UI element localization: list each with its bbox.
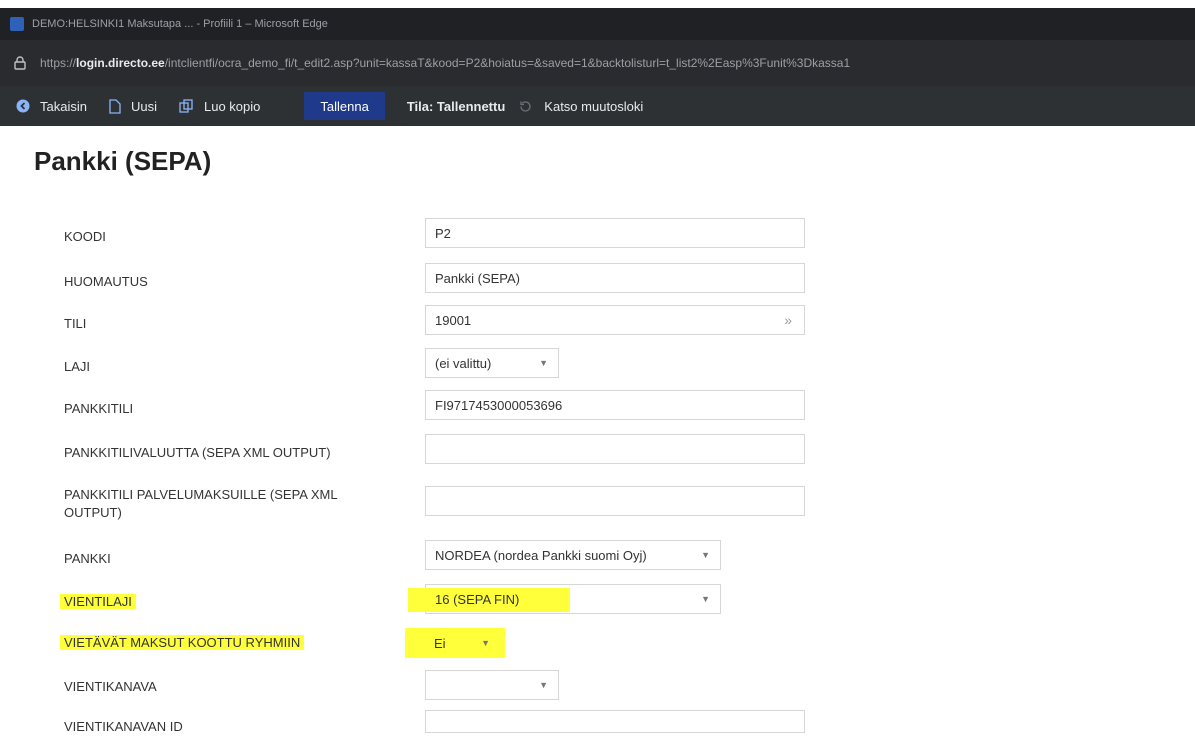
window-title: DEMO:HELSINKI1 Maksutapa ... - Profiili … — [32, 18, 328, 30]
url-prefix: https:// — [40, 56, 77, 70]
label-pankki: PANKKI — [64, 551, 111, 566]
back-label: Takaisin — [40, 98, 87, 114]
label-huomautus: HUOMAUTUS — [64, 274, 148, 289]
huomautus-field[interactable]: Pankki (SEPA) — [425, 263, 805, 293]
address-bar[interactable]: https://login.directo.ee/intclientfi/ocr… — [0, 40, 1195, 86]
vientikanava-select[interactable]: ▼ — [425, 670, 559, 700]
label-koodi: KOODI — [64, 229, 106, 244]
koodi-field[interactable]: P2 — [425, 218, 805, 248]
ryhmiin-select[interactable]: Ei ▼ — [405, 628, 505, 658]
chevron-down-icon: ▼ — [481, 638, 490, 648]
chevron-down-icon: ▼ — [539, 680, 548, 690]
app-icon — [10, 17, 24, 31]
save-button[interactable]: Tallenna — [304, 92, 385, 120]
tili-field[interactable]: 19001 » — [425, 305, 805, 335]
history-icon[interactable] — [519, 100, 532, 113]
window-title-bar: DEMO:HELSINKI1 Maksutapa ... - Profiili … — [0, 8, 1195, 40]
copy-label: Luo kopio — [203, 98, 261, 114]
url-host: login.directo.ee — [76, 56, 165, 70]
status-text: Tila: Tallennettu — [406, 98, 506, 114]
top-strip — [0, 0, 1195, 8]
copy-button[interactable]: Luo kopio — [179, 99, 260, 114]
label-pankkitili: PANKKITILI — [64, 401, 134, 416]
palvelumaksut-field[interactable] — [425, 486, 805, 516]
vientilaji-value: 16 (SEPA FIN) — [435, 591, 520, 607]
label-valuutta: PANKKITILIVALUUTTA (SEPA XML OUTPUT) — [64, 445, 331, 460]
new-document-icon — [109, 98, 121, 114]
new-button[interactable]: Uusi — [109, 99, 157, 114]
valuutta-field[interactable] — [425, 434, 805, 464]
back-arrow-icon — [16, 99, 30, 113]
label-ryhmiin: VIETÄVÄT MAKSUT KOOTTU RYHMIIN — [60, 634, 394, 652]
tili-value: 19001 — [435, 312, 472, 328]
history-link[interactable]: Katso muutosloki — [544, 99, 643, 114]
label-vientilaji: VIENTILAJI — [60, 593, 394, 611]
ryhmiin-value: Ei — [434, 635, 446, 651]
label-vientikanava-id: VIENTIKANAVAN ID — [64, 719, 183, 734]
url-path: /intclientfi/ocra_demo_fi/t_edit2.asp?un… — [164, 56, 851, 70]
label-tili: TILI — [64, 316, 87, 331]
laji-value: (ei valittu) — [435, 355, 492, 371]
label-ryhmiin-text: VIETÄVÄT MAKSUT KOOTTU RYHMIIN — [60, 635, 305, 650]
lock-icon[interactable] — [14, 56, 26, 70]
chevron-down-icon: ▼ — [701, 550, 710, 560]
chevron-down-icon: ▼ — [539, 358, 548, 368]
chevron-down-icon: ▼ — [701, 594, 710, 604]
back-button[interactable]: Takaisin — [16, 99, 87, 114]
label-vientikanava: VIENTIKANAVA — [64, 679, 157, 694]
laji-select[interactable]: (ei valittu) ▼ — [425, 348, 559, 378]
vientilaji-select[interactable]: 16 (SEPA FIN) ▼ — [408, 584, 721, 614]
new-label: Uusi — [130, 98, 157, 114]
label-palvelumaksut: PANKKITILI PALVELUMAKSUILLE (SEPA XML OU… — [64, 487, 338, 520]
double-chevron-icon[interactable]: » — [784, 312, 792, 328]
pankki-value: NORDEA (nordea Pankki suomi Oyj) — [435, 547, 647, 563]
pankkitili-field[interactable]: FI9717453000053696 — [425, 390, 805, 420]
label-laji: LAJI — [64, 359, 91, 374]
url-text[interactable]: https://login.directo.ee/intclientfi/ocr… — [40, 56, 850, 70]
label-vientilaji-text: VIENTILAJI — [60, 594, 136, 609]
vientikanava-id-field[interactable] — [425, 710, 805, 733]
copy-icon — [179, 98, 193, 113]
toolbar: Takaisin Uusi Luo kopio Tallenna Tila: T… — [0, 86, 1195, 126]
page-title: Pankki (SEPA) — [34, 146, 212, 176]
pankki-select[interactable]: NORDEA (nordea Pankki suomi Oyj) ▼ — [425, 540, 721, 570]
